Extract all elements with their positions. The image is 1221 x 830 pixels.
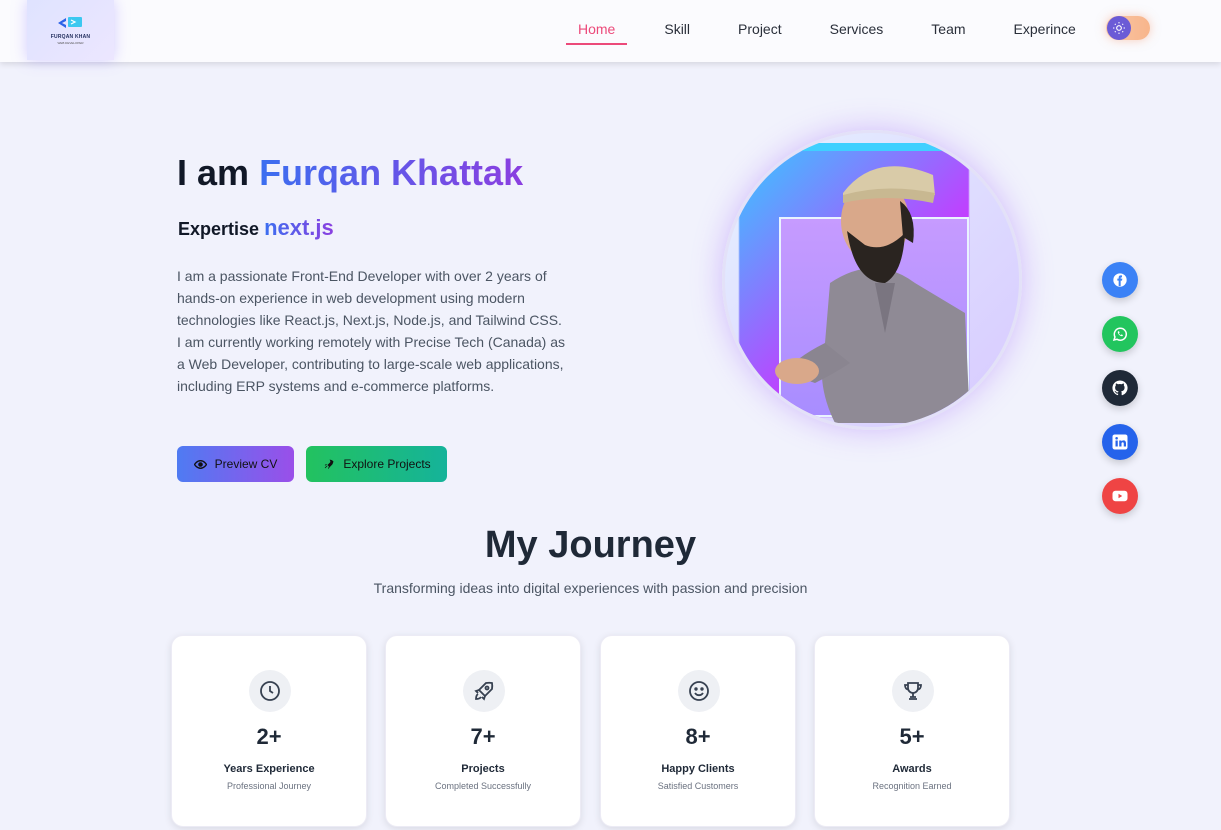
stat-card-awards: 5+ Awards Recognition Earned — [814, 635, 1010, 827]
nav-item-team[interactable]: Team — [883, 0, 965, 60]
linkedin-link[interactable] — [1102, 424, 1138, 460]
linkedin-icon — [1112, 434, 1128, 450]
stat-label: Happy Clients — [661, 763, 735, 775]
github-icon — [1112, 380, 1128, 396]
github-link[interactable] — [1102, 370, 1138, 406]
stat-label: Years Experience — [223, 763, 315, 775]
logo[interactable]: FURQAN KHAN WEB DEVELOPER — [27, 0, 114, 60]
expertise-value: next.js — [264, 215, 334, 240]
stat-sub: Satisfied Customers — [657, 781, 739, 791]
explore-projects-button[interactable]: Explore Projects — [306, 446, 447, 482]
nav-item-home[interactable]: Home — [566, 0, 628, 60]
stat-sub: Recognition Earned — [872, 781, 952, 791]
profile-photo — [722, 130, 1022, 430]
stat-label: Awards — [892, 763, 932, 775]
stat-card-clients: 8+ Happy Clients Satisfied Customers — [600, 635, 796, 827]
photo-top-strip — [741, 143, 947, 151]
whatsapp-link[interactable] — [1102, 316, 1138, 352]
stat-sub: Completed Successfully — [434, 781, 532, 791]
hero-name: Furqan Khattak — [259, 152, 524, 193]
hero-title: I am Furqan Khattak — [177, 152, 523, 194]
theme-toggle[interactable] — [1106, 16, 1150, 40]
explore-projects-label: Explore Projects — [343, 457, 431, 471]
stat-sub: Professional Journey — [226, 781, 312, 791]
nav-item-skill[interactable]: Skill — [627, 0, 690, 60]
smile-icon — [678, 670, 720, 712]
nav-item-experience[interactable]: Experince — [966, 0, 1076, 60]
rocket-icon — [325, 459, 334, 469]
logo-tagline: WEB DEVELOPER — [57, 41, 84, 45]
expertise-line: Expertise next.js — [178, 215, 334, 241]
youtube-link[interactable] — [1102, 478, 1138, 514]
eye-icon — [193, 459, 207, 469]
journey-title: My Journey — [484, 524, 697, 566]
facebook-icon — [1113, 273, 1127, 287]
hero-bio: I am a passionate Front-End Developer wi… — [177, 268, 566, 394]
preview-cv-label: Preview CV — [214, 457, 278, 471]
stat-value: 7+ — [470, 724, 496, 749]
expertise-label: Expertise — [178, 219, 260, 239]
stat-card-experience: 2+ Years Experience Professional Journey — [171, 635, 367, 827]
stat-label: Projects — [461, 763, 505, 775]
facebook-link[interactable] — [1102, 262, 1138, 298]
stat-value: 5+ — [899, 724, 925, 749]
nav-item-project[interactable]: Project — [690, 0, 782, 60]
clock-icon — [249, 670, 291, 712]
logo-mark-icon — [56, 15, 86, 31]
site-header: FURQAN KHAN WEB DEVELOPER Home Skill Pro… — [0, 0, 1221, 62]
rocket-icon — [463, 670, 505, 712]
stat-value: 2+ — [256, 724, 282, 749]
sun-icon — [1107, 16, 1131, 40]
hero-greeting: I am — [177, 152, 250, 193]
youtube-icon — [1112, 490, 1128, 502]
preview-cv-button[interactable]: Preview CV — [177, 446, 294, 482]
whatsapp-icon — [1112, 327, 1128, 342]
person-illustration — [775, 166, 970, 423]
nav-item-services[interactable]: Services — [782, 0, 884, 60]
logo-name: FURQAN KHAN — [50, 34, 91, 40]
stat-card-projects: 7+ Projects Completed Successfully — [385, 635, 581, 827]
stat-value: 8+ — [685, 724, 711, 749]
journey-subtitle: Transforming ideas into digital experien… — [373, 580, 808, 596]
trophy-icon — [892, 670, 934, 712]
main-nav: Home Skill Project Services Team Experin… — [566, 0, 1076, 60]
